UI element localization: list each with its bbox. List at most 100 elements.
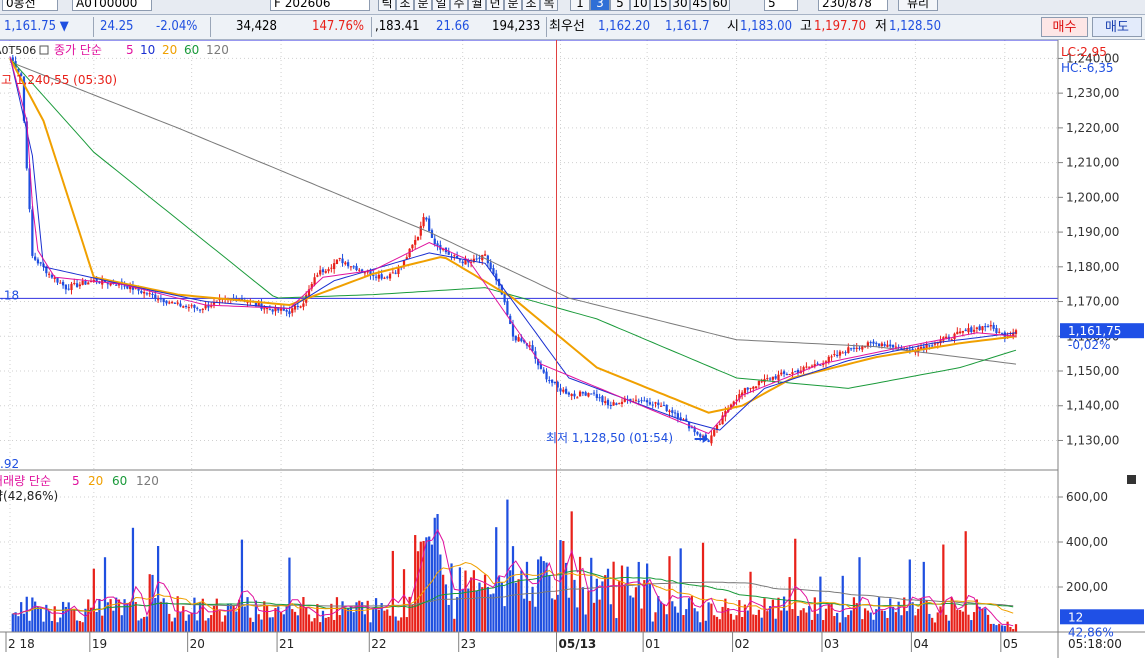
- volume-bar: [917, 608, 920, 632]
- sell-button[interactable]: 매도: [1092, 17, 1142, 37]
- candle-body: [578, 391, 582, 397]
- volume-bar: [813, 597, 816, 632]
- candle-body: [933, 343, 937, 345]
- best-quote-label: 최우선: [549, 19, 585, 34]
- volume-bar: [475, 590, 478, 632]
- candle-body: [573, 393, 576, 397]
- interval-button-9[interactable]: 복: [540, 0, 558, 11]
- volume-bar: [313, 618, 316, 632]
- candle-body: [673, 412, 677, 414]
- minute-button-30[interactable]: 30: [670, 0, 690, 11]
- interval-button-4[interactable]: 주: [450, 0, 468, 11]
- volume-bar: [503, 606, 506, 632]
- minute-button-5[interactable]: 5: [610, 0, 630, 11]
- price-legend-period: 5: [126, 43, 134, 57]
- price-change: 24.25: [100, 19, 134, 34]
- volume-bar: [42, 621, 45, 632]
- volume-bar: [685, 609, 688, 632]
- current-volume-label: 12: [1068, 610, 1083, 624]
- custom-minute-input[interactable]: 5: [764, 0, 798, 11]
- volume-bar: [933, 622, 937, 632]
- volume-bar: [137, 620, 140, 632]
- volume-bar: [604, 575, 607, 632]
- interval-button-5[interactable]: 월: [468, 0, 486, 11]
- interval-button-6[interactable]: 년: [486, 0, 504, 11]
- volume-bar: [629, 595, 632, 632]
- volume-legend-period: 20: [88, 474, 103, 488]
- volume: 34,428: [236, 19, 277, 34]
- candle-body: [852, 347, 856, 349]
- volume-bar: [721, 606, 724, 632]
- minute-button-3[interactable]: 3: [590, 0, 610, 11]
- bar-count-input[interactable]: 230/878: [818, 0, 888, 11]
- volume-bar: [816, 613, 819, 632]
- volume-bar: [646, 563, 649, 632]
- volume-bar: [953, 604, 956, 632]
- candle-body: [210, 305, 213, 307]
- volume-bar: [763, 598, 766, 632]
- candle-body: [570, 394, 573, 397]
- hc-label: HC:-6,35: [1061, 61, 1114, 75]
- volume-bar: [75, 620, 79, 632]
- volume-bar: [377, 609, 380, 632]
- candle-body: [380, 274, 383, 279]
- volume-bar: [643, 580, 646, 632]
- minute-button-1[interactable]: 1: [570, 0, 590, 11]
- minute-button-15[interactable]: 15: [650, 0, 670, 11]
- candle-body: [414, 239, 417, 245]
- volume-bar: [822, 620, 825, 632]
- candle-body: [288, 311, 291, 315]
- volume-bar: [249, 617, 252, 632]
- candle-body: [394, 272, 397, 274]
- candle-body: [774, 376, 777, 379]
- interval-button-3[interactable]: 일: [432, 0, 450, 11]
- date-input[interactable]: F 202606: [270, 0, 370, 11]
- interval-button-8[interactable]: 초: [522, 0, 540, 11]
- candle-body: [567, 392, 571, 395]
- candle-body: [75, 283, 79, 287]
- volume-bar: [103, 557, 107, 632]
- candle-body: [827, 356, 830, 363]
- candle-body: [338, 257, 341, 259]
- price-change-pct: -2.04%: [156, 19, 198, 34]
- volume-ratio: 147.76%: [312, 19, 365, 34]
- volume-bar: [673, 606, 677, 632]
- volume-bar: [998, 623, 1001, 632]
- volume-bar: [819, 576, 822, 632]
- candle-body: [285, 309, 288, 312]
- candle-body: [768, 378, 772, 380]
- candle-body: [643, 400, 646, 402]
- candle-body: [349, 266, 353, 268]
- period-select[interactable]: 0봉전: [2, 0, 58, 11]
- minute-button-10[interactable]: 10: [630, 0, 650, 11]
- candle-body: [383, 277, 386, 279]
- volume-bar: [640, 608, 643, 632]
- volume-bar: [28, 620, 31, 632]
- volume-bar: [506, 499, 509, 632]
- candle-body: [148, 293, 151, 295]
- x-axis-label: 22: [371, 637, 386, 651]
- view-button[interactable]: 뷰리: [898, 0, 938, 11]
- volume-bar: [305, 607, 308, 632]
- interval-button-2[interactable]: 분: [414, 0, 432, 11]
- interval-button-1[interactable]: 초: [396, 0, 414, 11]
- volume-bar: [61, 601, 65, 632]
- candle-body: [198, 309, 202, 311]
- code-input[interactable]: A0T00000: [72, 0, 152, 11]
- volume-bar: [338, 615, 341, 632]
- buy-button[interactable]: 매수: [1041, 17, 1088, 37]
- candle-body: [640, 400, 643, 402]
- minute-button-45[interactable]: 45: [690, 0, 710, 11]
- volume-bar: [240, 539, 244, 632]
- volume-bar: [584, 614, 587, 632]
- interval-button-7[interactable]: 분: [504, 0, 522, 11]
- candle-body: [159, 298, 163, 300]
- price-chart[interactable]: 1,240.001,230,001,220,001,210,001,200,00…: [0, 40, 1145, 658]
- candle-body: [791, 372, 794, 375]
- interval-button-0[interactable]: 틱: [378, 0, 396, 11]
- minute-button-60[interactable]: 60: [710, 0, 730, 11]
- volume-bar: [743, 604, 747, 632]
- volume-bar: [545, 562, 548, 632]
- volume-bar: [419, 541, 422, 632]
- candle-body: [143, 291, 146, 294]
